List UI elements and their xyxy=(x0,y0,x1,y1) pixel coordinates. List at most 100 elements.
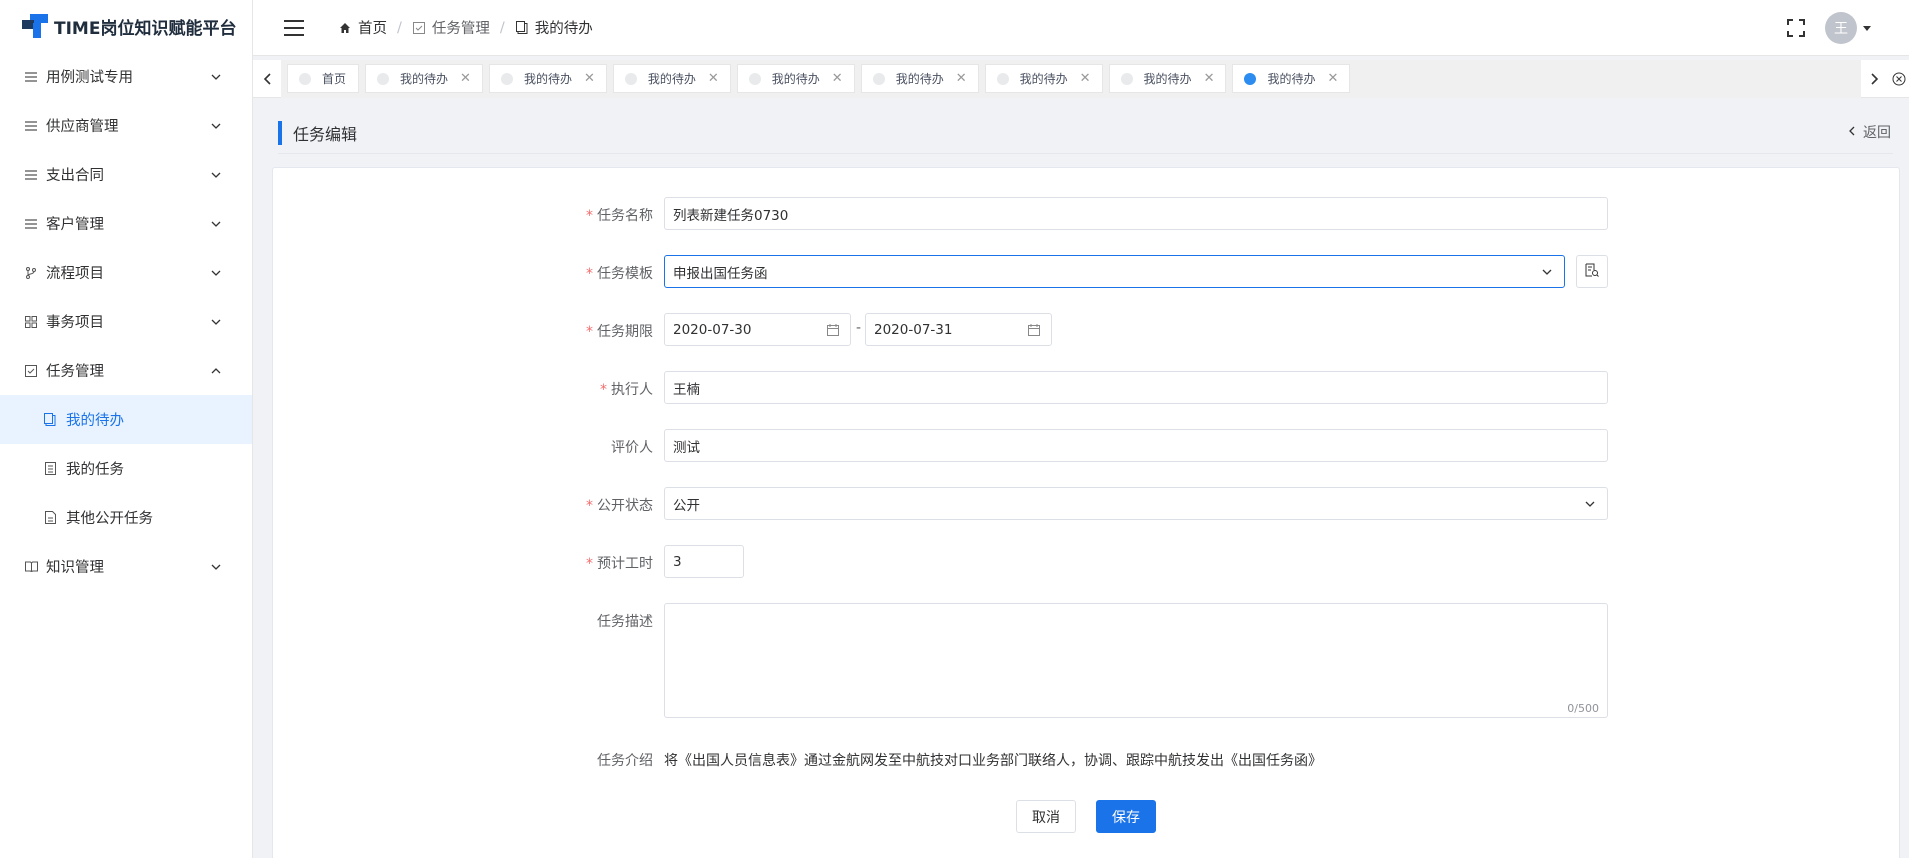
doc-icon xyxy=(43,511,57,525)
sidebar-subitem-public-tasks[interactable]: 其他公开任务 xyxy=(0,493,252,542)
reviewer-label: 评价人 xyxy=(611,440,653,456)
breadcrumb-home[interactable]: 首页 xyxy=(338,17,387,38)
tabs-bar: 首页 我的待办 ✕ 我的待办 ✕ 我的待办 ✕ 我的待办 ✕ 我的待办 ✕ 我的待办 ✕ 我… xyxy=(253,59,1909,98)
title-accent-bar xyxy=(278,120,282,145)
tab-dot-active xyxy=(1244,72,1257,85)
sidebar-subitem-my-tasks[interactable]: 我的任务 xyxy=(0,444,252,493)
close-icon[interactable]: ✕ xyxy=(1327,71,1338,86)
sidebar-item-usecase[interactable]: 用例测试专用 xyxy=(0,52,252,101)
executor-input[interactable]: 王楠 xyxy=(664,371,1608,404)
tab-my-todo[interactable]: 我的待办 ✕ xyxy=(860,64,979,93)
task-edit-form: * 任务名称 列表新建任务0730 * 任务模板 申报出国任务函 * 任务期限 202… xyxy=(272,167,1900,858)
hours-input[interactable]: 3 xyxy=(664,545,744,578)
executor-label: * 执行人 xyxy=(600,382,653,398)
task-name-input[interactable]: 列表新建任务0730 xyxy=(664,197,1608,230)
sidebar-item-contract[interactable]: 支出合同 xyxy=(0,150,252,199)
page-header: 任务编辑 返回 xyxy=(278,112,1893,154)
tab-my-todo[interactable]: 我的待办 ✕ xyxy=(365,64,483,93)
date-range-separator: - xyxy=(856,320,862,336)
tab-my-todo[interactable]: 我的待办 ✕ xyxy=(612,64,731,93)
close-icon[interactable]: ✕ xyxy=(584,71,595,86)
reviewer-input[interactable]: 测试 xyxy=(664,429,1608,462)
clipboard-icon xyxy=(515,21,529,35)
tab-my-todo[interactable]: 我的待办 ✕ xyxy=(1108,64,1227,93)
checkbox-icon xyxy=(24,364,38,378)
calendar-icon xyxy=(826,323,840,337)
avatar[interactable]: 王 xyxy=(1825,12,1857,44)
fullscreen-icon[interactable] xyxy=(1787,19,1805,37)
header-actions: 王 xyxy=(1787,12,1871,44)
list-icon xyxy=(24,168,38,182)
caret-down-icon[interactable] xyxy=(1863,25,1871,31)
close-icon[interactable]: ✕ xyxy=(460,71,471,86)
chevron-down-icon xyxy=(1583,497,1597,511)
close-all-tabs-icon[interactable] xyxy=(1889,60,1909,98)
book-icon xyxy=(24,560,38,574)
template-select[interactable]: 申报出国任务函 xyxy=(664,255,1565,288)
close-icon[interactable]: ✕ xyxy=(708,71,719,86)
doc-list-icon xyxy=(43,462,57,476)
deadline-label: * 任务期限 xyxy=(586,324,653,340)
sidebar-item-task-management[interactable]: 任务管理 xyxy=(0,346,252,395)
calendar-icon xyxy=(1027,323,1041,337)
chevron-down-icon xyxy=(210,561,222,573)
tab-dot xyxy=(1120,72,1133,85)
close-icon[interactable]: ✕ xyxy=(956,71,967,86)
sidebar-item-supplier[interactable]: 供应商管理 xyxy=(0,101,252,150)
breadcrumb: 首页 / 任务管理 / 我的待办 xyxy=(338,17,593,38)
back-button[interactable]: 返回 xyxy=(1849,122,1891,142)
required-mark: * xyxy=(586,208,593,224)
chevron-down-icon xyxy=(210,120,222,132)
breadcrumb-task-management[interactable]: 任务管理 xyxy=(412,17,490,38)
top-header: 首页 / 任务管理 / 我的待办 王 xyxy=(253,0,1909,56)
visibility-select[interactable]: 公开 xyxy=(664,487,1608,520)
tab-dot xyxy=(624,72,637,85)
document-search-icon xyxy=(1585,263,1599,281)
task-name-label: * 任务名称 xyxy=(586,208,653,224)
tab-my-todo-active[interactable]: 我的待办 ✕ xyxy=(1232,64,1351,93)
sidebar-item-affairs[interactable]: 事务项目 xyxy=(0,297,252,346)
chevron-left-icon xyxy=(1849,124,1855,140)
hours-label: * 预计工时 xyxy=(586,556,653,572)
chevron-down-icon xyxy=(210,218,222,230)
chevron-down-icon xyxy=(210,169,222,181)
tabs-scroll-right-icon[interactable] xyxy=(1861,60,1889,98)
close-icon[interactable]: ✕ xyxy=(1204,71,1215,86)
sidebar-menu: 用例测试专用 供应商管理 支出合同 客户管理 流程项目 事务项目 任务管理 我的… xyxy=(0,52,252,591)
tab-my-todo[interactable]: 我的待办 ✕ xyxy=(984,64,1103,93)
char-counter: 0/500 xyxy=(1567,702,1599,715)
app-logo[interactable]: TIME岗位知识赋能平台 xyxy=(0,0,252,52)
tab-dot xyxy=(996,72,1009,85)
sidebar-item-process[interactable]: 流程项目 xyxy=(0,248,252,297)
sidebar-subitem-my-todo[interactable]: 我的待办 xyxy=(0,395,252,444)
tab-my-todo[interactable]: 我的待办 ✕ xyxy=(488,64,607,93)
sidebar: TIME岗位知识赋能平台 用例测试专用 供应商管理 支出合同 客户管理 流程项目 xyxy=(0,0,253,858)
description-textarea[interactable]: 0/500 xyxy=(664,603,1608,718)
deadline-start-input[interactable]: 2020-07-30 xyxy=(664,313,851,346)
tab-dot xyxy=(872,72,885,85)
save-button[interactable]: 保存 xyxy=(1096,800,1156,833)
app-title: TIME岗位知识赋能平台 xyxy=(54,18,237,39)
breadcrumb-separator: / xyxy=(499,19,505,36)
tabs-scroll-left-icon[interactable] xyxy=(253,60,281,98)
sidebar-item-knowledge[interactable]: 知识管理 xyxy=(0,542,252,591)
tab-my-todo[interactable]: 我的待办 ✕ xyxy=(736,64,855,93)
list-icon xyxy=(24,119,38,133)
close-icon[interactable]: ✕ xyxy=(1080,71,1091,86)
close-icon[interactable]: ✕ xyxy=(832,71,843,86)
tab-home[interactable]: 首页 xyxy=(287,64,360,93)
checkbox-icon xyxy=(412,21,426,35)
template-preview-button[interactable] xyxy=(1576,255,1608,288)
required-mark: * xyxy=(586,324,593,340)
chevron-down-icon xyxy=(1540,265,1554,279)
cancel-button[interactable]: 取消 xyxy=(1016,800,1076,833)
required-mark: * xyxy=(586,266,593,282)
list-icon xyxy=(24,70,38,84)
menu-toggle-icon[interactable] xyxy=(284,19,304,36)
intro-label: 任务介绍 xyxy=(597,753,653,769)
clipboard-icon xyxy=(43,413,57,427)
required-mark: * xyxy=(600,382,607,398)
sidebar-item-customer[interactable]: 客户管理 xyxy=(0,199,252,248)
deadline-end-input[interactable]: 2020-07-31 xyxy=(865,313,1052,346)
tab-dot xyxy=(748,72,761,85)
